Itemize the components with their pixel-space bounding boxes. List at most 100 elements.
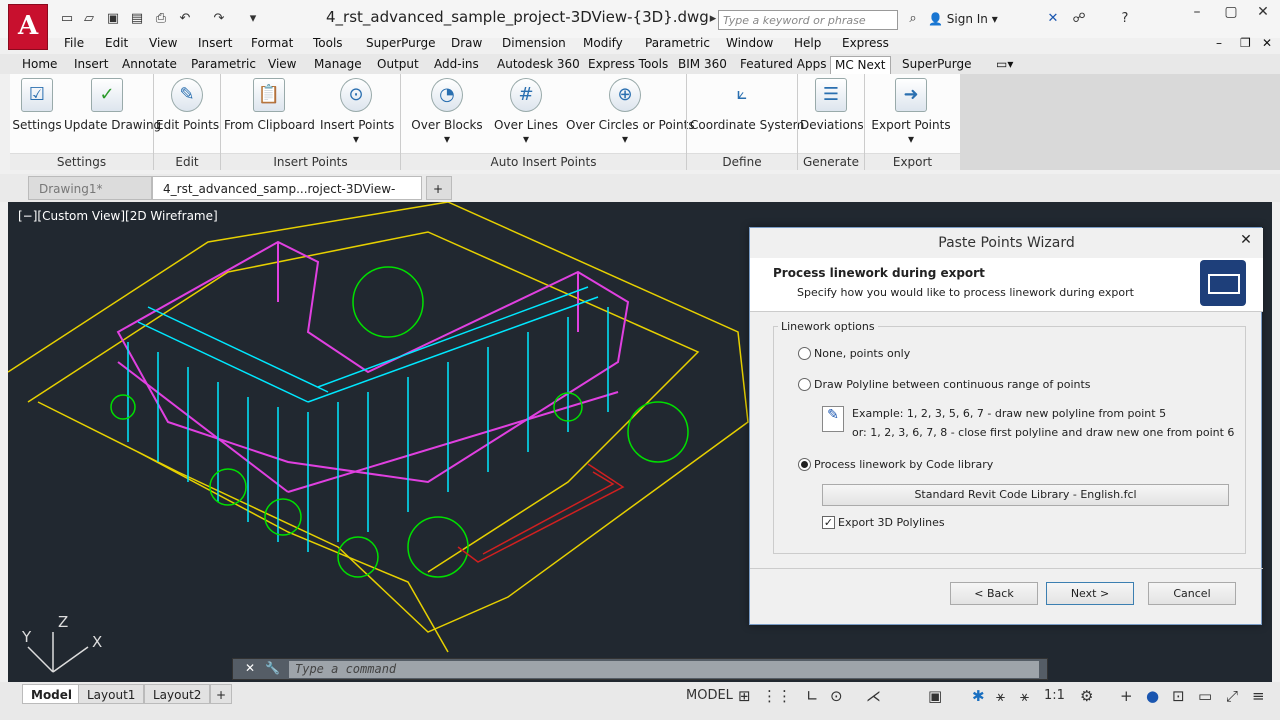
close-command-icon[interactable]: ✕ [245,661,255,675]
search-input[interactable]: Type a keyword or phrase [718,10,898,30]
menu-format[interactable]: Format [251,36,293,50]
cancel-button[interactable]: Cancel [1148,582,1236,605]
tab-manage[interactable]: Manage [310,56,366,74]
help-icon[interactable]: ? [1116,10,1134,28]
tab-annotate[interactable]: Annotate [118,56,181,74]
add-layout-icon[interactable]: + [210,684,233,704]
code-library-button[interactable]: Standard Revit Code Library - English.fc… [822,484,1229,506]
menu-file[interactable]: File [64,36,84,50]
from-clipboard-button[interactable]: 📋 From Clipboard [224,78,315,132]
autocad-logo[interactable]: A [8,4,48,50]
export-3d-label[interactable]: Export 3D Polylines [838,516,945,529]
tab-home[interactable]: Home [18,56,61,74]
menu-help[interactable]: Help [794,36,821,50]
isolate-objects-icon[interactable]: ● [1146,686,1159,706]
doc-minimize-icon[interactable]: – [1216,36,1222,50]
layout-tab-layout2[interactable]: Layout2 [144,684,211,704]
open-file-icon[interactable]: ▱ [80,10,98,28]
save-icon[interactable]: ▣ [104,10,122,28]
annotation-scale-icon[interactable]: ⚹ [1020,686,1029,706]
over-lines-button[interactable]: # Over Lines ▾ [494,78,558,146]
binoculars-icon[interactable]: ⌕ [904,10,922,28]
coordinate-system-button[interactable]: ⟀ Coordinate System [690,78,804,132]
export-points-button[interactable]: ➜ Export Points ▾ [870,78,952,146]
file-tab-active[interactable]: 4_rst_advanced_samp...roject-3DView-{3D}… [152,176,422,220]
edit-points-button[interactable]: ✎ Edit Points [156,78,219,132]
clean-screen-icon[interactable]: ▭ [1198,686,1212,706]
file-tab-drawing1[interactable]: Drawing1* [28,176,152,200]
command-input[interactable]: Type a command [289,661,1039,678]
menu-superpurge[interactable]: SuperPurge [366,36,436,50]
tab-add-ins[interactable]: Add-ins [430,56,483,74]
tab-view[interactable]: View [264,56,300,74]
sign-in-button[interactable]: 👤 Sign In ▾ [928,12,998,26]
menu-tools[interactable]: Tools [313,36,343,50]
tab-parametric[interactable]: Parametric [187,56,260,74]
hardware-accel-icon[interactable]: ⊡ [1172,686,1185,706]
ortho-icon[interactable]: ∟ [806,686,819,706]
radio-none[interactable] [798,347,811,360]
redo-icon[interactable]: ↷ [210,10,228,28]
undo-icon[interactable]: ↶ [176,10,194,28]
a360-icon[interactable]: ☍ [1070,10,1088,28]
insert-points-button[interactable]: ⊙ Insert Points ▾ [320,78,394,146]
minimize-icon[interactable]: – [1180,0,1214,24]
radio-polyline[interactable] [798,378,811,391]
menu-window[interactable]: Window [726,36,773,50]
osnap-icon[interactable]: ▣ [928,686,942,706]
customization-menu-icon[interactable]: ≡ [1252,686,1265,706]
grid-icon[interactable]: ⊞ [738,686,751,706]
qat-dropdown-icon[interactable]: ▾ [244,10,262,28]
new-tab-icon[interactable]: + [426,176,452,200]
customize-wrench-icon[interactable]: 🔧 [265,661,280,675]
scale-selector[interactable]: 1:1 [1044,686,1065,706]
doc-close-icon[interactable]: ✕ [1262,36,1272,50]
option-polyline-label[interactable]: Draw Polyline between continuous range o… [814,378,1091,391]
layout-tab-model[interactable]: Model [22,684,82,704]
tab-bim-360[interactable]: BIM 360 [674,56,731,74]
annotation-autoscale-icon[interactable]: ⚹ [996,686,1005,706]
deviations-button[interactable]: ☰ Deviations [800,78,864,132]
tab-insert[interactable]: Insert [70,56,112,74]
settings-button[interactable]: ☑ Settings [12,78,62,132]
maximize-icon[interactable]: ▢ [1214,0,1248,24]
tab-superpurge[interactable]: SuperPurge [898,56,976,74]
menu-insert[interactable]: Insert [198,36,232,50]
tab-mc-next[interactable]: MC Next [830,56,891,74]
export-3d-checkbox[interactable]: ✓ [822,516,835,529]
update-drawing-button[interactable]: ✓ Update Drawing [64,78,161,132]
workspace-gear-icon[interactable]: ⚙ [1080,686,1093,706]
menu-draw[interactable]: Draw [451,36,482,50]
back-button[interactable]: < Back [950,582,1038,605]
menu-express[interactable]: Express [842,36,889,50]
dialog-close-icon[interactable]: ✕ [1232,230,1260,250]
layout-tab-layout1[interactable]: Layout1 [78,684,145,704]
close-icon[interactable]: ✕ [1246,0,1280,24]
option-code-label[interactable]: Process linework by Code library [814,458,993,471]
next-button[interactable]: Next > [1046,582,1134,605]
exchange-apps-icon[interactable]: ✕ [1044,10,1062,28]
tab-express-tools[interactable]: Express Tools [584,56,672,74]
tab-autodesk-360[interactable]: Autodesk 360 [493,56,584,74]
annotation-visibility-icon[interactable]: ✱ [972,686,985,706]
over-circles-button[interactable]: ⊕ Over Circles or Points ▾ [566,78,695,146]
doc-restore-icon[interactable]: ❐ [1240,36,1251,50]
snap-icon[interactable]: ⋮⋮ [762,686,792,706]
save-as-icon[interactable]: ▤ [128,10,146,28]
tab-featured-apps[interactable]: Featured Apps [736,56,830,74]
fullscreen-icon[interactable]: ⤢ [1226,686,1238,706]
plus-icon[interactable]: + [1120,686,1133,706]
menu-edit[interactable]: Edit [105,36,128,50]
print-icon[interactable]: ⎙ [152,10,170,28]
model-space-toggle[interactable]: MODEL [686,686,733,706]
menu-parametric[interactable]: Parametric [645,36,710,50]
isodraft-icon[interactable]: ⋌ [866,686,881,706]
tab-output[interactable]: Output [373,56,423,74]
menu-modify[interactable]: Modify [583,36,623,50]
option-none-label[interactable]: None, points only [814,347,910,360]
ribbon-options-icon[interactable]: ▭▾ [992,56,1017,74]
viewport-label[interactable]: [−][Custom View][2D Wireframe] [18,209,218,223]
menu-view[interactable]: View [149,36,177,50]
menu-dimension[interactable]: Dimension [502,36,566,50]
radio-code-library[interactable] [798,458,811,471]
